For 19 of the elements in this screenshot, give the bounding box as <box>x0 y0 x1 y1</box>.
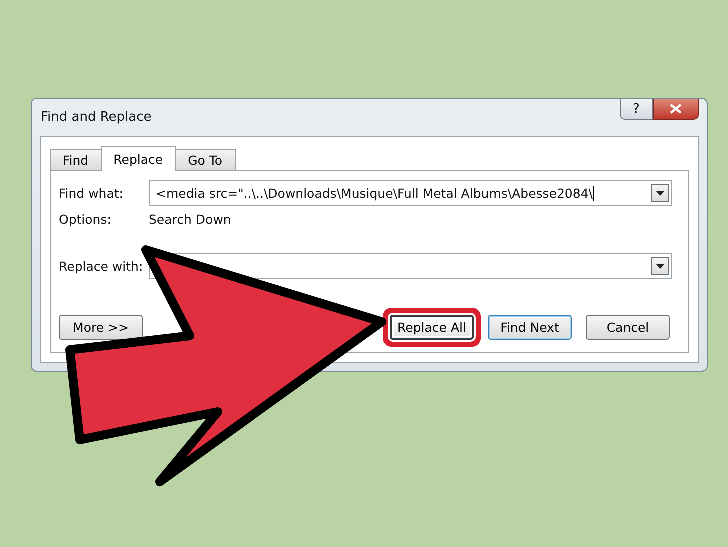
find-what-field[interactable]: <media src="..\..\Downloads\Musique\Full Metal Albums\Abesse2084\ <box>149 180 672 206</box>
field-label: Find what: <box>59 186 125 200</box>
close-button[interactable] <box>653 99 699 120</box>
caret-icon <box>656 264 664 268</box>
more-button[interactable]: More >> <box>59 315 143 340</box>
tab[interactable]: Go To <box>175 149 236 170</box>
caret-icon <box>656 190 664 196</box>
dialog-button[interactable]: Cancel <box>586 315 670 340</box>
dropdown-button[interactable] <box>651 257 669 275</box>
options-value: Search Down <box>149 212 232 227</box>
window-title: Find and Replace <box>41 110 152 125</box>
tab[interactable]: Replace <box>100 146 176 171</box>
close-icon <box>670 104 682 114</box>
dialog-button[interactable]: Find Next <box>488 315 572 340</box>
options-label: Options: <box>59 212 112 227</box>
help-button[interactable]: ? <box>620 99 653 120</box>
tab[interactable]: Find <box>50 149 102 170</box>
field-label: Replace with: <box>59 258 144 274</box>
dropdown-button[interactable] <box>651 184 669 202</box>
